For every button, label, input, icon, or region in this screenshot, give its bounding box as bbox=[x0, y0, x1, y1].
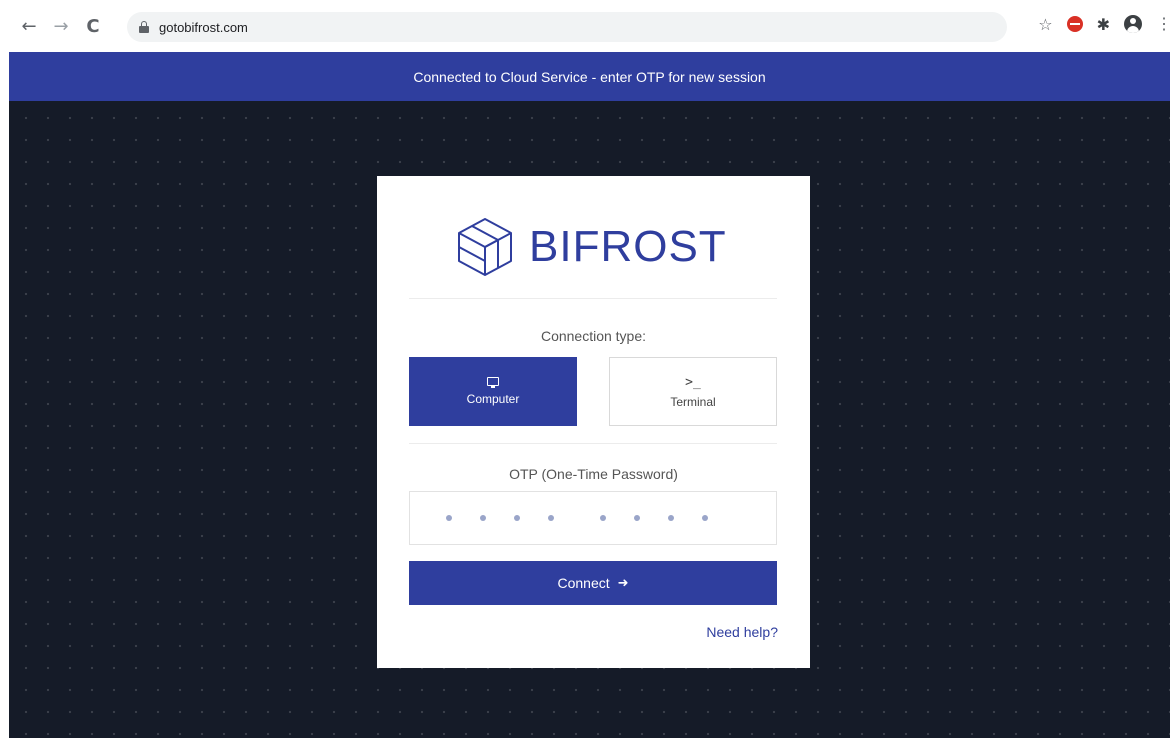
logo-divider bbox=[409, 298, 777, 299]
profile-avatar-icon[interactable] bbox=[1124, 15, 1142, 33]
browser-menu-icon[interactable]: ⋮ bbox=[1156, 14, 1170, 34]
url-text: gotobifrost.com bbox=[159, 19, 248, 35]
otp-digit-placeholder bbox=[634, 515, 640, 521]
stop-extension-icon[interactable] bbox=[1066, 16, 1083, 32]
login-card: BIFROST Connection type: Computer >_ Ter… bbox=[377, 176, 810, 668]
page-background: BIFROST Connection type: Computer >_ Ter… bbox=[9, 101, 1170, 738]
sign-in-arrow-icon: ➜ bbox=[617, 575, 629, 591]
terminal-icon: >_ bbox=[685, 374, 701, 390]
otp-label: OTP (One-Time Password) bbox=[509, 466, 678, 482]
reload-icon[interactable]: C bbox=[81, 14, 105, 38]
window-edge bbox=[0, 0, 9, 738]
options-divider bbox=[409, 443, 777, 444]
otp-digit-placeholder bbox=[702, 515, 708, 521]
status-banner: Connected to Cloud Service - enter OTP f… bbox=[9, 52, 1170, 101]
terminal-option-label: Terminal bbox=[670, 394, 716, 409]
need-help-link[interactable]: Need help? bbox=[706, 624, 778, 640]
extensions-puzzle-icon[interactable]: ✱ bbox=[1097, 15, 1110, 34]
bookmark-star-icon[interactable]: ☆ bbox=[1038, 15, 1052, 34]
connect-button[interactable]: Connect ➜ bbox=[409, 561, 777, 605]
connection-type-label: Connection type: bbox=[540, 328, 647, 344]
otp-digit-placeholder bbox=[668, 515, 674, 521]
otp-digit-placeholder bbox=[480, 515, 486, 521]
otp-digit-placeholder bbox=[446, 515, 452, 521]
bifrost-cube-icon bbox=[458, 218, 512, 276]
address-bar[interactable]: gotobifrost.com bbox=[127, 12, 1007, 42]
computer-option-label: Computer bbox=[466, 392, 520, 406]
lock-icon bbox=[139, 21, 149, 33]
browser-window: ← → C gotobifrost.com ☆ ✱ ⋮ Connected to… bbox=[0, 0, 1170, 738]
otp-digit-placeholder bbox=[548, 515, 554, 521]
status-banner-text: Connected to Cloud Service - enter OTP f… bbox=[413, 68, 766, 85]
terminal-option-button[interactable]: >_ Terminal bbox=[609, 357, 777, 426]
brand-name: BIFROST bbox=[529, 222, 727, 271]
monitor-icon bbox=[487, 377, 499, 388]
forward-icon[interactable]: → bbox=[49, 14, 73, 38]
otp-input[interactable] bbox=[409, 491, 777, 545]
otp-digit-placeholder bbox=[514, 515, 520, 521]
back-icon[interactable]: ← bbox=[17, 14, 41, 38]
browser-toolbar: ← → C gotobifrost.com ☆ ✱ ⋮ bbox=[9, 0, 1170, 52]
computer-option-button[interactable]: Computer bbox=[409, 357, 577, 426]
bifrost-logo: BIFROST bbox=[455, 216, 727, 278]
otp-digit-placeholder bbox=[600, 515, 606, 521]
browser-extensions: ☆ ✱ ⋮ bbox=[1038, 14, 1170, 34]
connect-button-label: Connect bbox=[557, 575, 610, 591]
